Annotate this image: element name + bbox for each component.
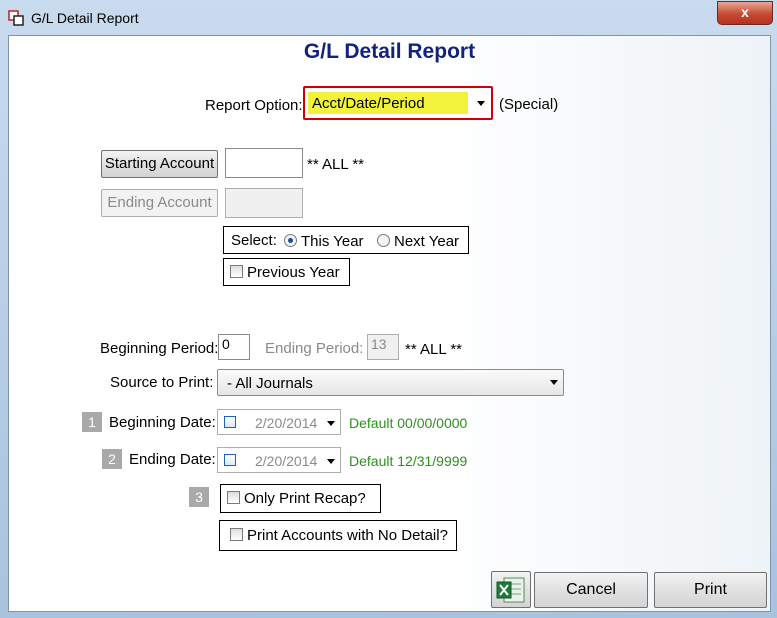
ending-account-button[interactable]: Ending Account [101,189,218,217]
cancel-button[interactable]: Cancel [534,572,648,608]
ending-account-input[interactable] [225,188,303,218]
title-bar[interactable]: G/L Detail Report x [0,0,777,34]
beginning-date-default-note: Default 00/00/0000 [349,415,468,431]
next-year-label: Next Year [394,233,460,250]
beginning-period-input[interactable]: 0 [218,334,250,360]
this-year-radio[interactable]: This Year [284,233,364,250]
starting-account-button[interactable]: Starting Account [101,150,218,178]
next-year-radio[interactable]: Next Year [377,233,459,250]
source-select[interactable]: - All Journals [217,369,564,396]
year-select-group: Select: This Year Next Year [223,226,469,254]
report-window: G/L Detail Report x G/L Detail Report Re… [0,0,777,618]
checkbox-icon [230,265,243,278]
beginning-date-picker[interactable]: 2/20/2014 [217,409,341,435]
step-badge-3: 3 [189,487,209,507]
chevron-down-icon [327,459,335,464]
chevron-down-icon [327,421,335,426]
period-all-note: ** ALL ** [405,341,462,358]
only-print-recap-checkbox[interactable]: Only Print Recap? [227,490,366,507]
previous-year-label: Previous Year [247,264,340,281]
source-label: Source to Print: [110,374,214,391]
window-title: G/L Detail Report [31,10,139,26]
app-icon [8,10,24,26]
ending-period-input[interactable]: 13 [367,334,399,360]
previous-year-group: Previous Year [223,258,350,286]
ending-date-value: 2/20/2014 [255,453,318,469]
ending-period-label: Ending Period: [265,340,364,357]
dialog-body: G/L Detail Report Report Option: Acct/Da… [8,35,771,612]
report-option-note: (Special) [499,96,559,113]
report-option-label: Report Option: [205,97,303,114]
beginning-date-checkbox[interactable] [224,416,236,428]
checkbox-icon [230,528,243,541]
beginning-date-label: Beginning Date: [109,414,216,431]
source-value: - All Journals [227,375,313,392]
this-year-label: This Year [301,233,364,250]
radio-selected-icon [284,234,297,247]
ending-date-picker[interactable]: 2/20/2014 [217,447,341,473]
starting-account-all-note: ** ALL ** [307,156,364,173]
close-button[interactable]: x [717,1,773,25]
starting-account-input[interactable] [225,148,303,178]
export-excel-button[interactable] [491,571,531,608]
print-no-detail-group: Print Accounts with No Detail? [219,520,457,551]
excel-icon [496,577,525,603]
only-print-recap-label: Only Print Recap? [244,490,366,507]
beginning-period-label: Beginning Period: [100,340,219,357]
beginning-date-value: 2/20/2014 [255,415,318,431]
chevron-down-icon [550,380,558,385]
checkbox-icon [227,491,240,504]
report-option-select[interactable]: Acct/Date/Period [303,86,493,120]
print-button[interactable]: Print [654,572,767,608]
step-badge-1: 1 [82,412,102,432]
ending-date-label: Ending Date: [129,451,216,468]
radio-icon [377,234,390,247]
step-badge-2: 2 [102,449,122,469]
chevron-down-icon [477,101,485,106]
only-print-recap-group: Only Print Recap? [220,484,381,513]
year-select-label: Select: [231,232,277,249]
print-no-detail-label: Print Accounts with No Detail? [247,527,448,544]
close-icon: x [741,4,749,20]
report-option-value: Acct/Date/Period [312,95,425,112]
previous-year-checkbox[interactable]: Previous Year [230,264,340,281]
print-no-detail-checkbox[interactable]: Print Accounts with No Detail? [230,527,448,544]
ending-date-default-note: Default 12/31/9999 [349,453,468,469]
page-title: G/L Detail Report [303,40,476,63]
ending-date-checkbox[interactable] [224,454,236,466]
